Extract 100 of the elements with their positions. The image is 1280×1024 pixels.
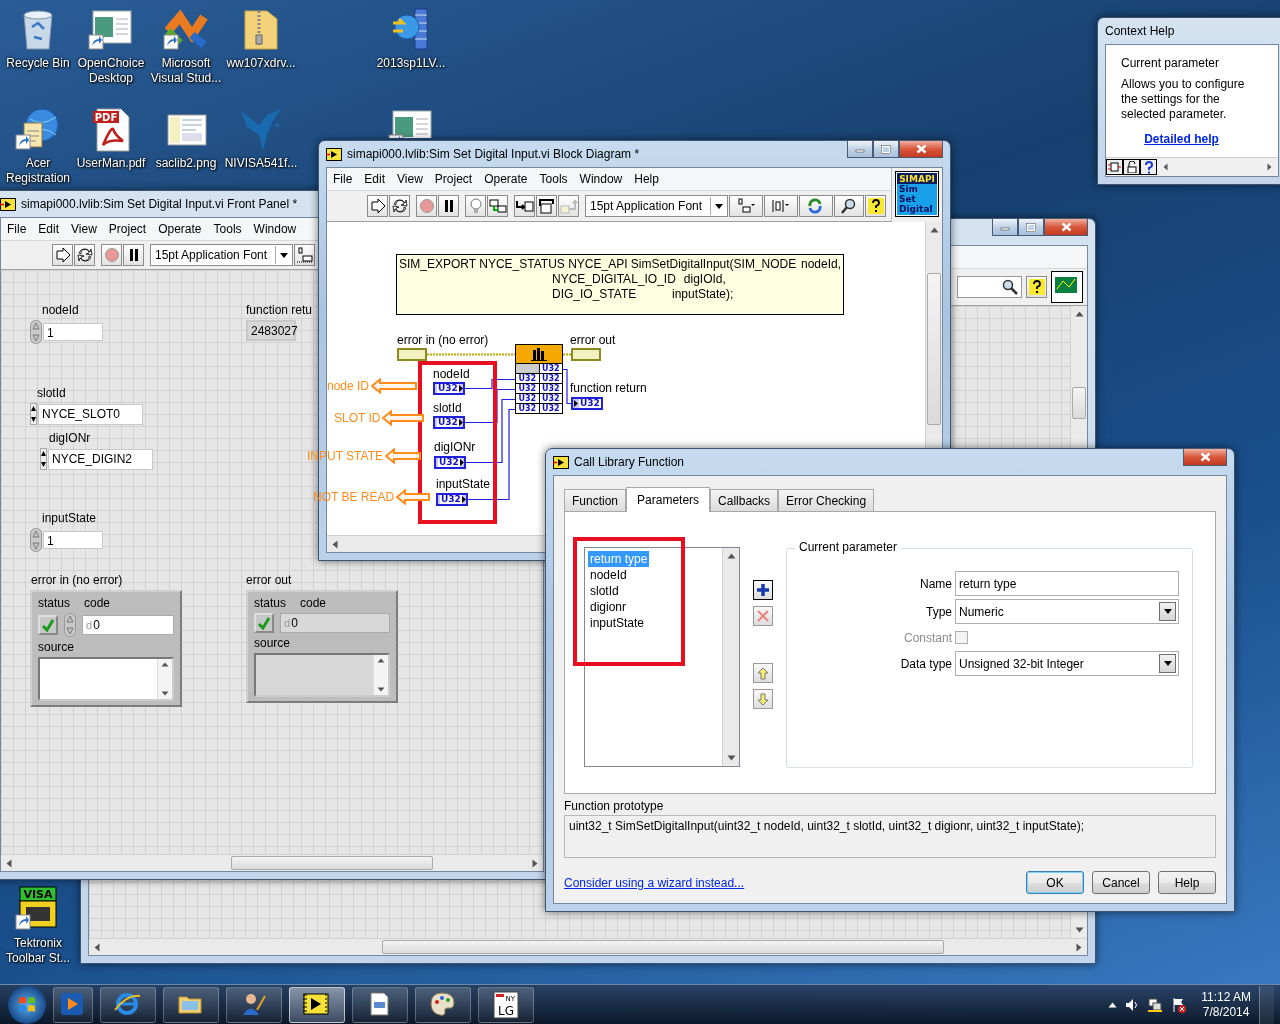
indicator-terminal[interactable]: U32 <box>571 397 603 410</box>
dropdown[interactable]: Unsigned 32-bit Integer <box>955 651 1179 676</box>
tab[interactable]: Function <box>564 489 627 511</box>
add-parameter-button[interactable] <box>753 580 773 600</box>
maximize-button[interactable] <box>1018 218 1044 236</box>
menu-item[interactable]: Operate <box>478 168 534 190</box>
close-button[interactable] <box>1044 218 1088 236</box>
tab[interactable]: Error Checking <box>778 489 875 511</box>
scrollbar-thumb[interactable] <box>927 273 941 425</box>
menu-item[interactable]: File <box>327 168 359 190</box>
lock-button[interactable] <box>1123 159 1140 175</box>
menu-item[interactable]: Project <box>428 168 479 190</box>
show-desktop-button[interactable] <box>1259 985 1274 1024</box>
distribute-button[interactable] <box>764 195 798 217</box>
list-item[interactable]: inputState <box>588 615 647 631</box>
taskbar-button[interactable] <box>163 986 219 1023</box>
icon-label[interactable]: 2013sp1LV... <box>373 56 449 71</box>
taskbar-button[interactable] <box>289 986 345 1023</box>
icon-label[interactable]: Microsoft Visual Stud... <box>148 56 224 86</box>
ring-field[interactable]: NYCE_DIGIN2 <box>48 448 153 470</box>
help-button[interactable] <box>1026 276 1047 298</box>
align-button[interactable] <box>294 244 315 266</box>
control-terminal[interactable]: U32 <box>436 493 468 506</box>
move-down-button[interactable] <box>753 689 773 709</box>
pause-button[interactable] <box>438 195 459 217</box>
icon-label[interactable]: ww107xdrv... <box>223 56 299 71</box>
step-over-button[interactable] <box>536 195 557 217</box>
input-field[interactable]: return type <box>955 571 1179 596</box>
menu-item[interactable]: Tools <box>207 218 248 240</box>
run-button[interactable] <box>52 244 73 266</box>
clock-time[interactable]: 11:12 AM <box>1201 989 1251 1005</box>
minimize-button[interactable] <box>847 140 873 158</box>
menu-item[interactable]: Project <box>102 218 153 240</box>
help-button[interactable] <box>865 195 886 217</box>
numeric-field[interactable]: 1 <box>43 531 103 549</box>
globe-clipboard-icon[interactable] <box>14 105 62 153</box>
align-button[interactable] <box>729 195 763 217</box>
clock-date[interactable]: 7/8/2014 <box>1202 1004 1250 1020</box>
menu-item[interactable]: Window <box>247 218 303 240</box>
icon-label[interactable]: OpenChoice Desktop <box>73 56 149 86</box>
font-dropdown[interactable]: 15pt Application Font <box>150 244 293 266</box>
close-button[interactable] <box>1183 448 1227 466</box>
icon-label[interactable]: saclib2.png <box>148 156 224 171</box>
detailed-help-link[interactable]: Detailed help <box>1144 132 1219 147</box>
minimize-button[interactable] <box>992 218 1018 236</box>
wizard-link[interactable]: Consider using a wizard instead... <box>564 875 745 890</box>
menu-item[interactable]: Window <box>573 168 629 190</box>
block-diagram-button[interactable] <box>1106 159 1123 175</box>
dialog-button[interactable]: OK <box>1026 871 1084 894</box>
code-field[interactable]: d0 <box>82 615 174 635</box>
tab[interactable]: Callbacks <box>710 489 779 511</box>
menu-item[interactable]: View <box>65 218 103 240</box>
move-up-button[interactable] <box>753 663 773 683</box>
scrollbar-thumb[interactable] <box>1072 387 1086 419</box>
menu-item[interactable]: View <box>391 168 429 190</box>
help-button[interactable] <box>1140 159 1157 175</box>
remove-parameter-button[interactable] <box>753 606 773 626</box>
run-button[interactable] <box>367 195 388 217</box>
icon-label[interactable]: Tektronix Toolbar St... <box>0 936 76 966</box>
maximize-button[interactable] <box>873 140 899 158</box>
start-button[interactable] <box>8 985 46 1024</box>
menu-item[interactable]: File <box>1 218 33 240</box>
step-into-button[interactable] <box>514 195 535 217</box>
menu-item[interactable]: Help <box>628 168 665 190</box>
close-button[interactable] <box>899 140 943 158</box>
status-checkbox[interactable] <box>38 615 58 635</box>
ring-field[interactable]: NYCE_SLOT0 <box>38 403 143 425</box>
scrollbar-thumb[interactable] <box>382 940 944 954</box>
pause-button[interactable] <box>123 244 144 266</box>
run-continuously-button[interactable] <box>74 244 95 266</box>
list-item[interactable]: nodeId <box>588 567 629 583</box>
control-terminal[interactable]: U32 <box>434 456 466 469</box>
search-field[interactable] <box>957 276 1022 298</box>
run-continuously-button[interactable] <box>389 195 410 217</box>
parameter-list[interactable]: return type nodeId slotId digionr inputState <box>584 547 740 767</box>
control-terminal[interactable]: U32 <box>433 382 465 395</box>
taskbar-button[interactable] <box>352 986 408 1023</box>
numeric-field[interactable]: 1 <box>43 323 103 341</box>
taskbar-button[interactable] <box>226 986 282 1023</box>
menu-item[interactable]: Tools <box>533 168 574 190</box>
taskbar-button[interactable] <box>53 986 93 1023</box>
icon-label[interactable]: UserMan.pdf <box>73 156 149 171</box>
control-terminal[interactable]: U32 <box>433 416 465 429</box>
taskbar-button[interactable] <box>100 986 156 1023</box>
retain-wire-values-button[interactable] <box>487 195 508 217</box>
tab[interactable]: Parameters <box>626 487 711 512</box>
list-item[interactable]: slotId <box>588 583 621 599</box>
menu-item[interactable]: Operate <box>152 218 208 240</box>
cleanup-button[interactable] <box>799 195 833 217</box>
source-field[interactable] <box>38 657 174 701</box>
dialog-button[interactable]: Cancel <box>1092 871 1150 894</box>
font-dropdown[interactable]: 15pt Application Font <box>585 195 728 217</box>
search-button[interactable] <box>834 195 864 217</box>
list-item[interactable]: digionr <box>588 599 629 615</box>
menu-item[interactable]: Edit <box>358 168 392 190</box>
menu-item[interactable]: Edit <box>32 218 66 240</box>
icon-label[interactable]: Acer Registration <box>0 156 76 186</box>
dropdown[interactable]: Numeric <box>955 599 1179 624</box>
dialog-button[interactable]: Help <box>1158 871 1216 894</box>
icon-label[interactable]: Recycle Bin <box>0 56 76 71</box>
